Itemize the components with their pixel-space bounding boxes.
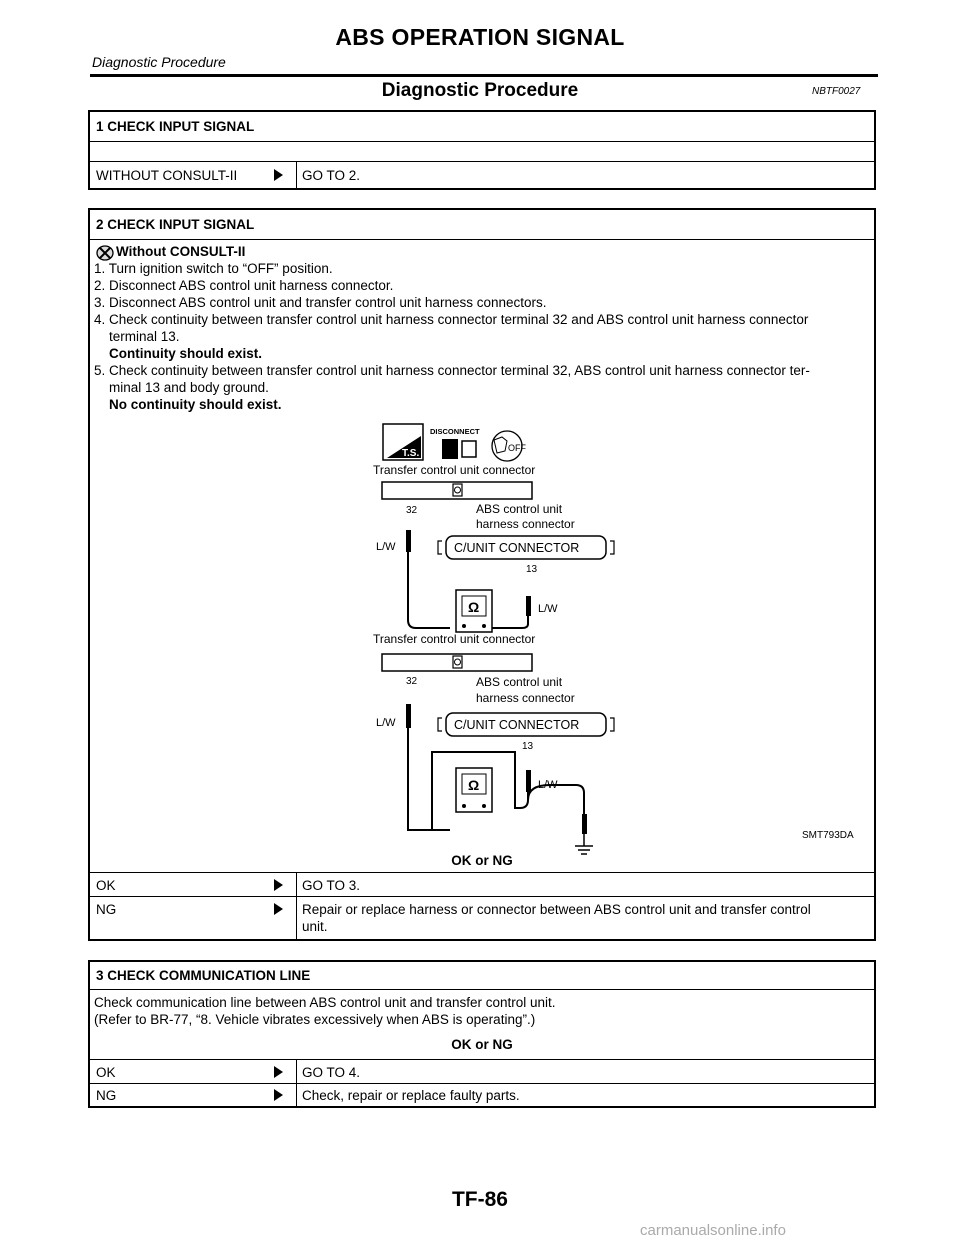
abs-connector-label: harness connector: [476, 691, 575, 705]
ground-icon: [575, 834, 593, 855]
ng-result: unit.: [302, 919, 328, 934]
ok-label: OK: [96, 1065, 116, 1080]
abs-connector-label: ABS control unit: [476, 675, 563, 689]
step3-body: Check communication line between ABS con…: [90, 990, 874, 1060]
divider: [296, 1060, 297, 1083]
divider: [296, 873, 297, 896]
step2-heading: 2 CHECK INPUT SIGNAL: [96, 217, 255, 232]
divider: [296, 1084, 297, 1106]
cunit-connector-label: C/UNIT CONNECTOR: [454, 541, 579, 555]
divider: [296, 897, 297, 939]
step1-box: 1 CHECK INPUT SIGNAL WITHOUT CONSULT-II …: [88, 110, 876, 190]
wire-color-label: L/W: [376, 717, 396, 729]
ok-result: GO TO 4.: [302, 1065, 361, 1080]
step1-heading-row: 1 CHECK INPUT SIGNAL: [90, 112, 874, 142]
ohm-symbol: Ω: [468, 777, 479, 793]
step3-line: (Refer to BR-77, “8. Vehicle vibrates ex…: [94, 1012, 536, 1027]
off-label: OFF: [508, 443, 526, 453]
step1-condition: WITHOUT CONSULT-II: [96, 168, 238, 183]
wire-color-label: L/W: [376, 541, 396, 553]
ng-result: Check, repair or replace faulty parts.: [302, 1088, 520, 1103]
ts-icon: T.S.: [382, 423, 424, 461]
step2-body: Without CONSULT-II 1. Turn ignition swit…: [90, 240, 874, 873]
ohmmeter-icon: Ω: [455, 589, 493, 633]
figure-code: SMT793DA: [802, 830, 854, 841]
step3-heading-row: 3 CHECK COMMUNICATION LINE: [90, 962, 874, 990]
step3-box: 3 CHECK COMMUNICATION LINE Check communi…: [88, 960, 876, 1108]
step3-line: Check communication line between ABS con…: [94, 995, 556, 1010]
step1-heading: 1 CHECK INPUT SIGNAL: [96, 119, 255, 134]
terminal-32-label: 32: [406, 676, 418, 687]
page-number: TF-86: [451, 1188, 508, 1211]
step2-ng-row: NG Repair or replace harness or connecto…: [90, 897, 874, 939]
arrow-icon: [274, 1089, 283, 1101]
ok-result: GO TO 3.: [302, 878, 361, 893]
wire-color-label: L/W: [538, 603, 558, 615]
transfer-connector-label: Transfer control unit connector: [373, 463, 535, 477]
terminal-13-label: 13: [522, 741, 534, 752]
ng-result: Repair or replace harness or connector b…: [302, 902, 811, 917]
terminal-32-label: 32: [406, 505, 418, 516]
step3-ok-row: OK GO TO 4.: [90, 1060, 874, 1084]
step1-blank-row: [90, 142, 874, 162]
ohm-symbol: Ω: [468, 599, 479, 615]
header-rule: [90, 74, 878, 77]
terminal-13-label: 13: [526, 564, 538, 575]
step2-ok-row: OK GO TO 3.: [90, 873, 874, 897]
page-header-title: ABS OPERATION SIGNAL: [335, 24, 625, 50]
transfer-connector-label: Transfer control unit connector: [373, 632, 535, 646]
disconnect-label: DISCONNECT: [430, 427, 480, 436]
ignition-off-icon: OFF: [491, 430, 526, 462]
section-ref-code: NBTF0027: [812, 86, 861, 97]
step2-box: 2 CHECK INPUT SIGNAL Without CONSULT-II …: [88, 208, 876, 941]
ts-icon-label: T.S.: [402, 448, 419, 459]
arrow-icon: [274, 169, 283, 181]
step1-result: GO TO 2.: [302, 168, 361, 183]
cunit-connector-label: C/UNIT CONNECTOR: [454, 718, 579, 732]
watermark: carmanualsonline.info: [640, 1222, 786, 1239]
step3-ng-row: NG Check, repair or replace faulty parts…: [90, 1084, 874, 1106]
step1-result-row: WITHOUT CONSULT-II GO TO 2.: [90, 162, 874, 188]
ok-or-ng-label: OK or NG: [451, 1037, 513, 1052]
continuity-check-diagram: T.S. DISCONNECT OFF Transfer control uni…: [373, 423, 854, 855]
ok-label: OK: [96, 878, 116, 893]
page-header-subtitle: Diagnostic Procedure: [92, 54, 226, 70]
ok-or-ng-label: OK or NG: [451, 853, 513, 868]
arrow-icon: [274, 1066, 283, 1078]
abs-connector-label: harness connector: [476, 517, 575, 531]
arrow-icon: [274, 879, 283, 891]
ng-label: NG: [96, 1088, 117, 1103]
divider: [296, 162, 297, 188]
abs-connector-label: ABS control unit: [476, 502, 563, 516]
arrow-icon: [274, 903, 283, 915]
ohmmeter-icon: Ω: [455, 767, 493, 813]
step3-heading: 3 CHECK COMMUNICATION LINE: [96, 968, 311, 983]
step2-heading-row: 2 CHECK INPUT SIGNAL: [90, 210, 874, 240]
ng-label: NG: [96, 902, 117, 917]
disconnect-icon: DISCONNECT: [430, 427, 480, 459]
